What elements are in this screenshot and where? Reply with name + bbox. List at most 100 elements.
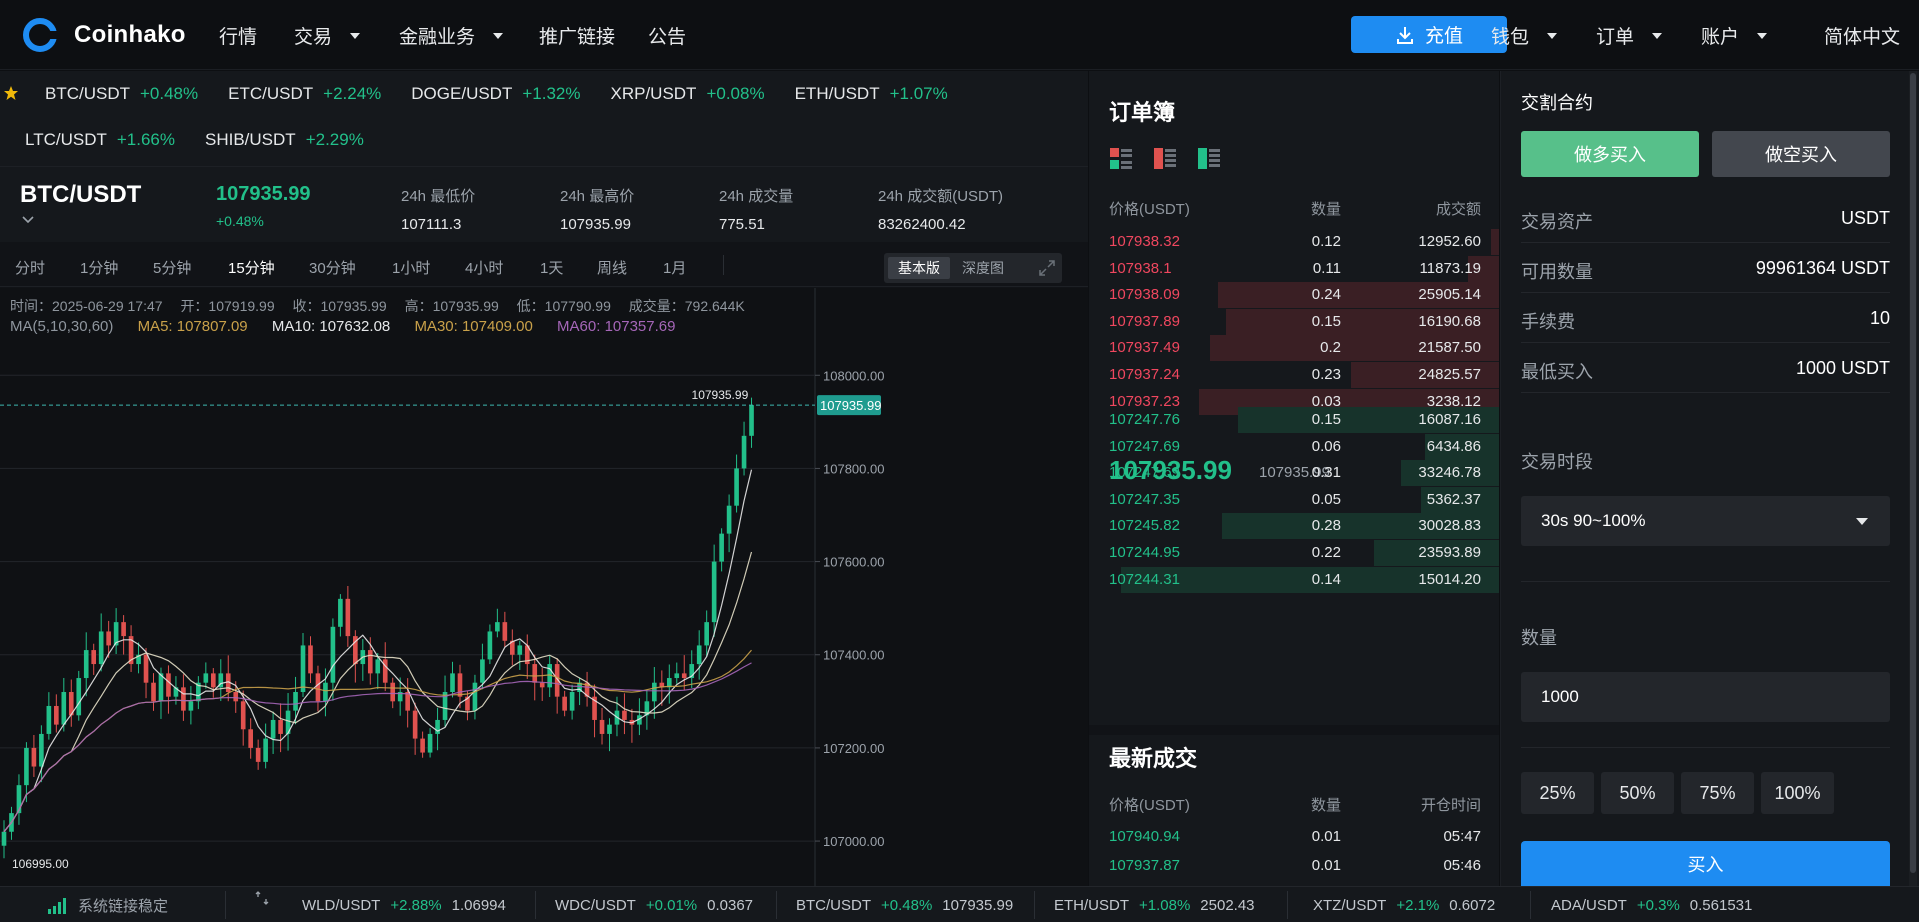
nav-finance[interactable]: 金融业务 — [399, 22, 504, 49]
last-price: 107935.99 — [216, 183, 311, 205]
nav-wallet[interactable]: 钱包 — [1491, 22, 1558, 49]
fav-pair-item[interactable]: XRP/USDT +0.08% — [610, 84, 764, 104]
fullscreen-icon[interactable] — [1038, 259, 1056, 277]
short-buy-button[interactable]: 做空买入 — [1712, 131, 1890, 177]
fav-change: +2.29% — [305, 130, 364, 149]
buy-button[interactable]: 买入 — [1521, 841, 1890, 886]
star-icon[interactable] — [3, 85, 19, 101]
candle-body — [240, 701, 246, 730]
percent-100-button[interactable]: 100% — [1761, 772, 1834, 814]
interval-tab[interactable]: 15分钟 — [228, 257, 275, 278]
candle-body — [263, 738, 268, 762]
bid-qty: 0.31 — [1311, 464, 1341, 482]
candle-body — [293, 692, 298, 711]
long-buy-button[interactable]: 做多买入 — [1521, 131, 1699, 177]
coinhako-logo-icon — [23, 17, 58, 52]
interval-tab[interactable]: 1分钟 — [80, 257, 118, 278]
section-divider — [1089, 725, 1499, 735]
candle-body — [255, 747, 261, 762]
chevron-down-icon — [493, 32, 504, 39]
status-divider — [776, 891, 777, 919]
nav-trade[interactable]: 交易 — [294, 22, 361, 49]
fav-pair-item[interactable]: SHIB/USDT +2.29% — [205, 130, 364, 150]
low-marker-label: 106995.00 — [12, 857, 69, 871]
bid-row[interactable]: 107244.31 0.14 15014.20 — [1089, 564, 1499, 594]
interval-tab[interactable]: 分时 — [15, 257, 45, 278]
deposit-label: 充值 — [1424, 26, 1463, 47]
bid-row[interactable]: 107245.82 0.28 30028.83 — [1089, 510, 1499, 540]
status-symbol: WDC/USDT — [555, 897, 636, 914]
status-ticker-item[interactable]: ETH/USDT +1.08% 2502.43 — [1054, 897, 1255, 914]
interval-tab[interactable]: 5分钟 — [153, 257, 191, 278]
nav-account[interactable]: 账户 — [1701, 22, 1768, 49]
candle-body — [652, 682, 657, 702]
fav-pair-item[interactable]: ETC/USDT +2.24% — [228, 84, 381, 104]
scrollbar-thumb[interactable] — [1910, 73, 1916, 873]
status-change: +1.08% — [1139, 897, 1191, 914]
ask-qty: 0.12 — [1311, 233, 1341, 250]
ask-row[interactable]: 107938.32 0.12 12952.60 — [1089, 226, 1499, 256]
bid-row[interactable]: 107247.69 0.06 6434.86 — [1089, 431, 1499, 461]
bid-row[interactable]: 107244.95 0.22 23593.89 — [1089, 537, 1499, 567]
interval-tab[interactable]: 4小时 — [465, 257, 503, 278]
ask-qty: 0.11 — [1312, 259, 1341, 277]
interval-tab[interactable]: 1月 — [663, 257, 686, 278]
status-ticker-item[interactable]: BTC/USDT +0.48% 107935.99 — [796, 897, 1013, 914]
interval-tab[interactable]: 1小时 — [392, 257, 430, 278]
nav-market[interactable]: 行情 — [219, 22, 257, 49]
period-select[interactable]: 30s 90~100% — [1521, 496, 1890, 546]
status-price: 0.6072 — [1449, 897, 1496, 914]
orderbook-asks-icon[interactable] — [1153, 147, 1177, 171]
percent-75-button[interactable]: 75% — [1681, 772, 1754, 814]
view-depth[interactable]: 深度图 — [952, 257, 1014, 279]
bid-row[interactable]: 107247.69 0.31 33246.78 — [1089, 457, 1499, 487]
fav-pair-item[interactable]: LTC/USDT +1.66% — [25, 130, 175, 150]
ask-row[interactable]: 107938.1 0.11 11873.19 — [1089, 253, 1499, 283]
interval-tab[interactable]: 周线 — [597, 257, 627, 278]
info-trade-asset: 交易资产 USDT — [1521, 193, 1890, 243]
trade-price: 107940.94 — [1109, 828, 1180, 845]
fav-symbol: LTC/USDT — [25, 130, 107, 149]
fav-pair-item[interactable]: DOGE/USDT +1.32% — [411, 84, 580, 104]
language-selector[interactable]: 简体中文 — [1824, 22, 1900, 49]
orderbook-both-icon[interactable] — [1109, 147, 1133, 171]
bid-total: 23593.89 — [1418, 544, 1481, 561]
interval-tab[interactable]: 1天 — [540, 257, 563, 278]
nav-announcement[interactable]: 公告 — [648, 22, 686, 49]
interval-tab[interactable]: 30分钟 — [309, 257, 356, 278]
deposit-button[interactable]: 充值 — [1351, 16, 1507, 53]
chevron-down-icon — [1856, 518, 1868, 525]
ask-row[interactable]: 107937.49 0.2 21587.50 — [1089, 332, 1499, 362]
nav-referral[interactable]: 推广链接 — [539, 22, 615, 49]
fav-pair-item[interactable]: ETH/USDT +1.07% — [795, 84, 948, 104]
status-ticker-item[interactable]: XTZ/USDT +2.1% 0.6072 — [1313, 897, 1495, 914]
candle-body — [390, 682, 396, 702]
bid-row[interactable]: 107247.76 0.15 16087.16 — [1089, 404, 1499, 434]
percent-25-button[interactable]: 25% — [1521, 772, 1594, 814]
orderbook-bids-icon[interactable] — [1197, 147, 1221, 171]
chevron-down-icon[interactable] — [22, 213, 34, 225]
status-ticker-item[interactable]: WLD/USDT +2.88% 1.06994 — [302, 897, 506, 914]
percent-50-button[interactable]: 50% — [1601, 772, 1674, 814]
trade-form-panel: 交割合约 做多买入 做空买入 交易资产 USDT 可用数量 99961364 USD… — [1500, 71, 1919, 886]
brand-logo[interactable]: Coinhako — [22, 17, 187, 53]
status-ticker-item[interactable]: ADA/USDT +0.3% 0.561531 — [1551, 897, 1752, 914]
ask-row[interactable]: 107937.89 0.15 16190.68 — [1089, 306, 1499, 336]
fav-pair-item[interactable]: BTC/USDT +0.48% — [45, 84, 198, 104]
ask-price: 107937.89 — [1109, 312, 1180, 330]
ask-row[interactable]: 107937.24 0.23 24825.57 — [1089, 359, 1499, 389]
kline-chart[interactable]: 108000.00 107800.00 107600.00 107400.00 1072… — [0, 288, 1088, 886]
status-symbol: WLD/USDT — [302, 897, 381, 914]
bid-row[interactable]: 107247.35 0.05 5362.37 — [1089, 484, 1499, 514]
status-ticker-item[interactable]: WDC/USDT +0.01% 0.0367 — [555, 897, 753, 914]
candle-body — [711, 561, 717, 623]
view-basic[interactable]: 基本版 — [888, 257, 950, 279]
ask-qty: 0.15 — [1311, 312, 1341, 330]
ask-row[interactable]: 107938.09 0.24 25905.14 — [1089, 279, 1499, 309]
nav-orders[interactable]: 订单 — [1596, 22, 1663, 49]
swap-icon[interactable] — [255, 891, 269, 905]
current-pair[interactable]: BTC/USDT — [20, 181, 141, 209]
scrollbar[interactable] — [1909, 71, 1917, 886]
trade-row: 107937.87 0.01 05:46 — [1089, 850, 1499, 880]
quantity-input[interactable] — [1521, 672, 1890, 722]
